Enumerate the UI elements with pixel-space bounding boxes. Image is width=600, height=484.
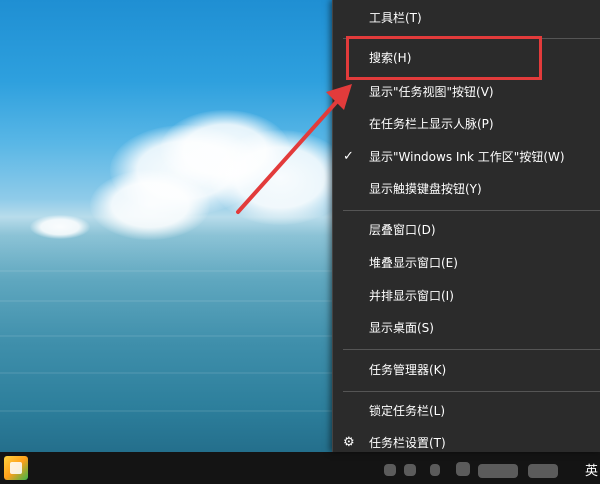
menu-item-label: 显示触摸键盘按钮(Y): [369, 182, 482, 196]
menu-item-label: 任务管理器(K): [369, 363, 447, 377]
menu-separator: [343, 349, 600, 350]
menu-item-side-by-side-windows[interactable]: 并排显示窗口(I): [333, 282, 600, 310]
tray-icon[interactable]: [404, 464, 416, 476]
tray-icon[interactable]: [528, 464, 558, 478]
menu-item-cascade-windows[interactable]: 层叠窗口(D): [333, 216, 600, 244]
menu-item-show-windows-ink-button[interactable]: ✓ 显示"Windows Ink 工作区"按钮(W): [333, 143, 600, 171]
app-icon[interactable]: [4, 456, 28, 480]
menu-item-label: 锁定任务栏(L): [369, 404, 446, 418]
menu-item-stack-windows[interactable]: 堆叠显示窗口(E): [333, 249, 600, 277]
cloud: [90, 170, 210, 240]
clock-area[interactable]: [478, 464, 518, 478]
menu-separator: [343, 391, 600, 392]
menu-item-taskbar-settings[interactable]: ⚙ 任务栏设置(T): [333, 429, 600, 457]
menu-item-label: 显示"任务视图"按钮(V): [369, 85, 494, 99]
menu-separator: [343, 210, 600, 211]
menu-item-task-manager[interactable]: 任务管理器(K): [333, 356, 600, 384]
menu-item-label: 任务栏设置(T): [369, 436, 446, 450]
cloud: [30, 215, 90, 239]
menu-item-show-task-view-button[interactable]: 显示"任务视图"按钮(V): [333, 78, 600, 106]
menu-item-lock-taskbar[interactable]: 锁定任务栏(L): [333, 397, 600, 425]
menu-item-label: 在任务栏上显示人脉(P): [369, 117, 494, 131]
menu-item-label: 堆叠显示窗口(E): [369, 256, 458, 270]
check-icon: ✓: [343, 149, 354, 164]
menu-item-label: 工具栏(T): [369, 11, 422, 25]
menu-item-label: 层叠窗口(D): [369, 223, 436, 237]
input-method-indicator[interactable]: 英: [585, 460, 598, 479]
tray-icon[interactable]: [384, 464, 396, 476]
menu-item-label: 并排显示窗口(I): [369, 289, 454, 303]
menu-item-show-desktop[interactable]: 显示桌面(S): [333, 314, 600, 342]
tray-icon[interactable]: [430, 464, 440, 476]
menu-item-label: 显示"Windows Ink 工作区"按钮(W): [369, 150, 565, 164]
menu-item-show-people[interactable]: 在任务栏上显示人脉(P): [333, 110, 600, 138]
tray-icon[interactable]: [456, 462, 470, 476]
cloud: [210, 130, 350, 225]
annotation-highlight-box: [346, 36, 542, 80]
menu-item-label: 显示桌面(S): [369, 321, 434, 335]
menu-item-toolbars[interactable]: 工具栏(T): [333, 4, 600, 32]
gear-icon: ⚙: [343, 435, 355, 450]
menu-item-show-touch-keyboard-button[interactable]: 显示触摸键盘按钮(Y): [333, 175, 600, 203]
